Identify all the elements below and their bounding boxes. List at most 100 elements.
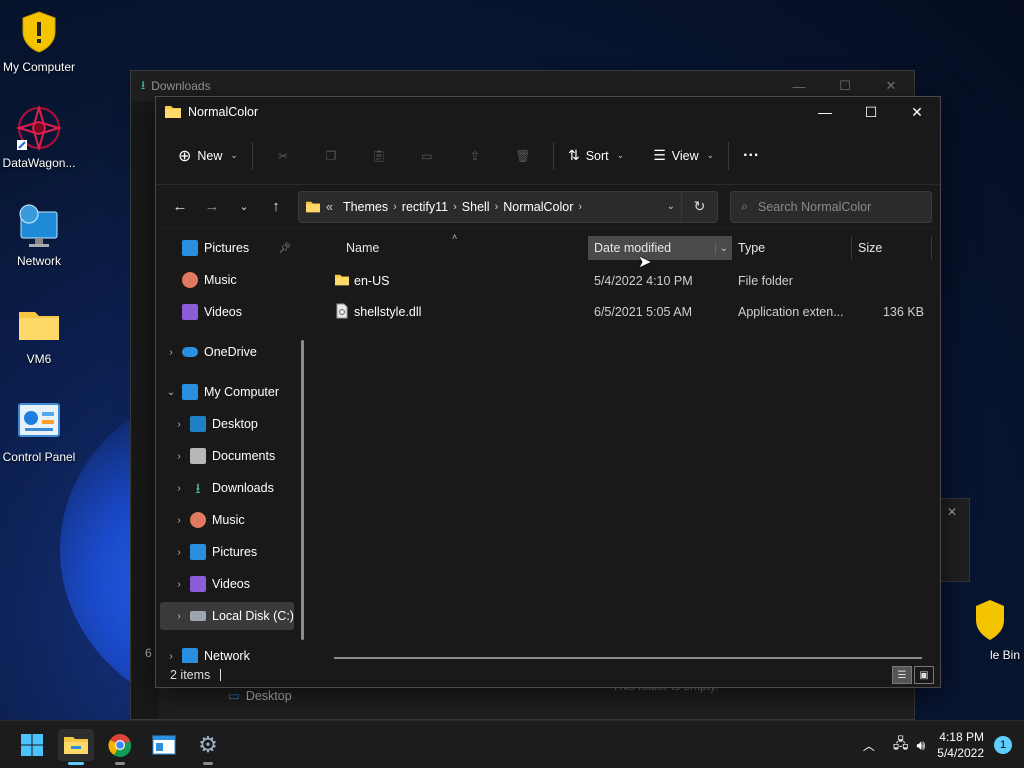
chevron-right-icon[interactable]: › bbox=[172, 579, 186, 590]
volume-icon[interactable]: 🔊︎ bbox=[916, 737, 925, 754]
view-toggle: ☰ ▣ bbox=[892, 666, 934, 684]
address-history-chevron-icon[interactable]: ⌄ bbox=[667, 201, 675, 212]
address-bar[interactable]: « Themes › rectify11 › Shell › NormalCol… bbox=[298, 190, 718, 223]
chevron-right-icon[interactable]: › bbox=[495, 201, 499, 213]
taskbar-app-window[interactable] bbox=[146, 729, 182, 761]
column-header-size[interactable]: Size bbox=[852, 236, 932, 260]
close-button[interactable]: ✕ bbox=[894, 97, 940, 127]
nav-item-pictures[interactable]: › Pictures bbox=[172, 538, 257, 566]
search-box[interactable]: ⌕ bbox=[730, 190, 932, 223]
chevron-right-icon[interactable]: › bbox=[172, 515, 186, 526]
search-input[interactable] bbox=[758, 199, 909, 214]
minimize-button[interactable]: — bbox=[802, 97, 848, 127]
start-button[interactable] bbox=[14, 729, 50, 761]
taskbar-chrome[interactable] bbox=[102, 729, 138, 765]
chevron-down-icon[interactable]: ⌄ bbox=[164, 387, 178, 398]
breadcrumb-shell[interactable]: Shell bbox=[462, 200, 490, 214]
bg-nav-desktop[interactable]: ▭ Desktop bbox=[228, 688, 292, 703]
rename-icon[interactable]: ▭ bbox=[403, 140, 451, 172]
new-button[interactable]: ⊕ New ⌄ bbox=[170, 140, 246, 172]
windows-logo-icon bbox=[21, 734, 43, 756]
cut-icon[interactable]: ✂ bbox=[259, 140, 307, 172]
desktop-icon-datawagon[interactable]: DataWagon... bbox=[0, 104, 78, 170]
clock[interactable]: 4:18 PM 5/4/2022 bbox=[937, 729, 984, 761]
taskbar-file-explorer[interactable] bbox=[58, 729, 94, 765]
dll-file-icon bbox=[336, 303, 348, 322]
chevron-right-icon[interactable]: › bbox=[164, 347, 178, 358]
chevron-right-icon[interactable]: › bbox=[172, 611, 186, 622]
sort-up-chevron-icon: ˄ bbox=[452, 232, 458, 242]
delete-icon[interactable]: 🗑︎ bbox=[499, 140, 547, 172]
folder-icon bbox=[306, 201, 320, 212]
nav-item-music-quick[interactable]: Music bbox=[178, 266, 237, 294]
chevron-right-icon[interactable]: › bbox=[393, 201, 397, 213]
breadcrumb-themes[interactable]: Themes bbox=[343, 200, 388, 214]
explorer-window[interactable]: NormalColor — ☐ ✕ ⊕ New ⌄ ✂ ❐ 📋︎ ▭ ⇪ 🗑︎ … bbox=[155, 96, 941, 688]
column-header-date[interactable]: Date modified ⌄ bbox=[588, 236, 732, 260]
breadcrumb-normalcolor[interactable]: NormalColor bbox=[503, 200, 573, 214]
nav-item-music[interactable]: › Music bbox=[172, 506, 245, 534]
maximize-button[interactable]: ☐ bbox=[848, 97, 894, 127]
status-bar: 2 items ☰ ▣ bbox=[156, 663, 940, 687]
copy-icon[interactable]: ❐ bbox=[307, 140, 355, 172]
refresh-icon[interactable]: ↻ bbox=[681, 191, 717, 222]
nav-item-desktop[interactable]: › Desktop bbox=[172, 410, 258, 438]
dialog-close-icon[interactable]: ✕ bbox=[947, 505, 957, 519]
paste-icon[interactable]: 📋︎ bbox=[355, 140, 403, 172]
nav-item-pictures-quick[interactable]: Pictures 📌︎ bbox=[178, 234, 291, 262]
breadcrumb-overflow[interactable]: « bbox=[326, 200, 333, 214]
desktop-icon-control-panel[interactable]: Control Panel bbox=[0, 398, 78, 464]
nav-item-my-computer[interactable]: ⌄ My Computer bbox=[164, 378, 279, 406]
window-controls: — ☐ ✕ bbox=[802, 97, 940, 127]
nav-item-videos[interactable]: › Videos bbox=[172, 570, 250, 598]
desktop-icon-network[interactable]: Network bbox=[0, 202, 78, 268]
nav-item-local-disk[interactable]: › Local Disk (C:) bbox=[160, 602, 294, 630]
chevron-right-icon[interactable]: › bbox=[164, 651, 178, 662]
taskbar-settings[interactable]: ⚙ bbox=[190, 729, 226, 765]
column-header-name[interactable]: Name ˄ bbox=[340, 232, 588, 260]
nav-item-documents[interactable]: › Documents bbox=[172, 442, 275, 470]
separator bbox=[552, 141, 554, 170]
chevron-right-icon[interactable]: › bbox=[172, 419, 186, 430]
chevron-down-icon[interactable]: ⌄ bbox=[714, 242, 728, 254]
separator bbox=[728, 141, 730, 170]
more-icon: ··· bbox=[743, 146, 760, 164]
clock-date: 5/4/2022 bbox=[937, 746, 984, 760]
nav-item-onedrive[interactable]: › OneDrive bbox=[164, 338, 256, 366]
chevron-down-icon: ⌄ bbox=[706, 150, 715, 160]
show-hidden-icons-chevron-icon[interactable]: ︿ bbox=[863, 737, 875, 754]
desktop-icon-recycle-bin[interactable]: le Bin bbox=[948, 596, 1024, 662]
chevron-right-icon[interactable]: › bbox=[172, 451, 186, 462]
back-arrow-icon[interactable]: ← bbox=[164, 191, 196, 223]
tiles-view-icon[interactable]: ▣ bbox=[914, 666, 934, 684]
forward-arrow-icon[interactable]: → bbox=[196, 191, 228, 223]
chevron-right-icon[interactable]: › bbox=[172, 483, 186, 494]
file-row[interactable]: shellstyle.dll 6/5/2021 5:05 AM Applicat… bbox=[316, 297, 940, 327]
taskbar: ⚙ ︿ 🖧︎ 🔊︎ 4:18 PM 5/4/2022 1 bbox=[0, 720, 1024, 768]
pictures-icon bbox=[182, 240, 198, 256]
column-header-type[interactable]: Type bbox=[732, 236, 852, 260]
chevron-right-icon[interactable]: › bbox=[453, 201, 457, 213]
nav-item-videos-quick[interactable]: Videos bbox=[178, 298, 242, 326]
sort-button[interactable]: ⇅ Sort ⌄ bbox=[560, 140, 632, 172]
view-button[interactable]: ☰ View ⌄ bbox=[645, 140, 722, 172]
notification-badge[interactable]: 1 bbox=[994, 736, 1012, 754]
share-icon[interactable]: ⇪ bbox=[451, 140, 499, 172]
desktop-icon-vm6[interactable]: VM6 bbox=[0, 300, 78, 366]
nav-item-downloads[interactable]: › ⭳ Downloads bbox=[172, 474, 274, 502]
more-options-button[interactable]: ··· bbox=[735, 140, 767, 172]
breadcrumb-rectify11[interactable]: rectify11 bbox=[402, 200, 448, 214]
up-arrow-icon[interactable]: ↑ bbox=[260, 191, 292, 223]
network-icon[interactable]: 🖧︎ bbox=[893, 733, 909, 757]
file-row[interactable]: en-US 5/4/2022 4:10 PM File folder bbox=[316, 266, 940, 296]
navpane-scrollbar[interactable] bbox=[301, 340, 304, 640]
nav-item-network[interactable]: › Network bbox=[164, 642, 250, 663]
details-view-icon[interactable]: ☰ bbox=[892, 666, 912, 684]
chevron-right-icon[interactable]: › bbox=[172, 547, 186, 558]
recent-locations-chevron-icon[interactable]: ⌄ bbox=[228, 191, 260, 223]
music-icon bbox=[190, 512, 206, 528]
chevron-right-icon[interactable]: › bbox=[578, 201, 582, 213]
desktop-icon-my-computer[interactable]: My Computer bbox=[0, 8, 78, 74]
chrome-icon bbox=[108, 734, 132, 757]
horizontal-scrollbar[interactable] bbox=[334, 657, 922, 659]
